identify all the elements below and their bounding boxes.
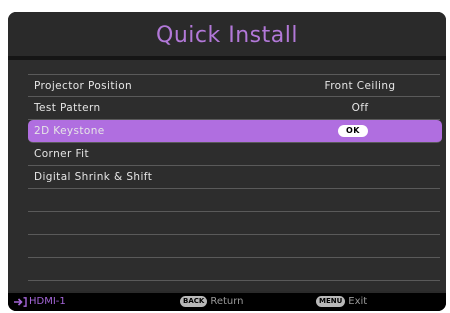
osd-window: Quick Install Projector Position Front C… (8, 12, 446, 311)
menu-hint-label: Exit (348, 296, 368, 307)
footer-bar: HDMI-1 BACK Return MENU Exit (8, 293, 446, 311)
menu-item-2d-keystone[interactable]: 2D Keystone OK (28, 120, 442, 143)
menu-list: Projector Position Front Ceiling Test Pa… (8, 74, 446, 281)
menu-item-label: Test Pattern (34, 102, 101, 114)
menu-item-value: Off (351, 102, 369, 114)
back-hint-label: Return (210, 296, 244, 307)
input-source-label: HDMI-1 (29, 296, 66, 307)
title-bar: Quick Install (8, 12, 446, 56)
ok-button[interactable]: OK (338, 125, 368, 137)
menu-item-label: Digital Shrink & Shift (34, 171, 153, 183)
menu-item-label: 2D Keystone (34, 125, 105, 137)
menu-item-digital-shrink-shift[interactable]: Digital Shrink & Shift (28, 166, 440, 189)
menu-item-corner-fit[interactable]: Corner Fit (28, 143, 440, 166)
menu-item-empty (28, 212, 440, 235)
page-title: Quick Install (156, 22, 298, 48)
menu-item-empty (28, 235, 440, 258)
menu-area: Projector Position Front Ceiling Test Pa… (8, 60, 446, 291)
menu-hint: MENU Exit (316, 296, 367, 307)
menu-item-value: Front Ceiling (324, 80, 396, 92)
back-key-badge: BACK (180, 296, 208, 307)
menu-item-projector-position[interactable]: Projector Position Front Ceiling (28, 74, 440, 97)
back-hint: BACK Return (180, 296, 244, 307)
menu-item-label: Projector Position (34, 80, 133, 92)
menu-item-empty (28, 258, 440, 281)
menu-key-badge: MENU (316, 296, 346, 307)
menu-item-empty (28, 189, 440, 212)
input-source: HDMI-1 (14, 296, 66, 307)
input-arrow-icon (14, 296, 27, 307)
menu-item-test-pattern[interactable]: Test Pattern Off (28, 97, 440, 120)
menu-item-label: Corner Fit (34, 148, 89, 160)
